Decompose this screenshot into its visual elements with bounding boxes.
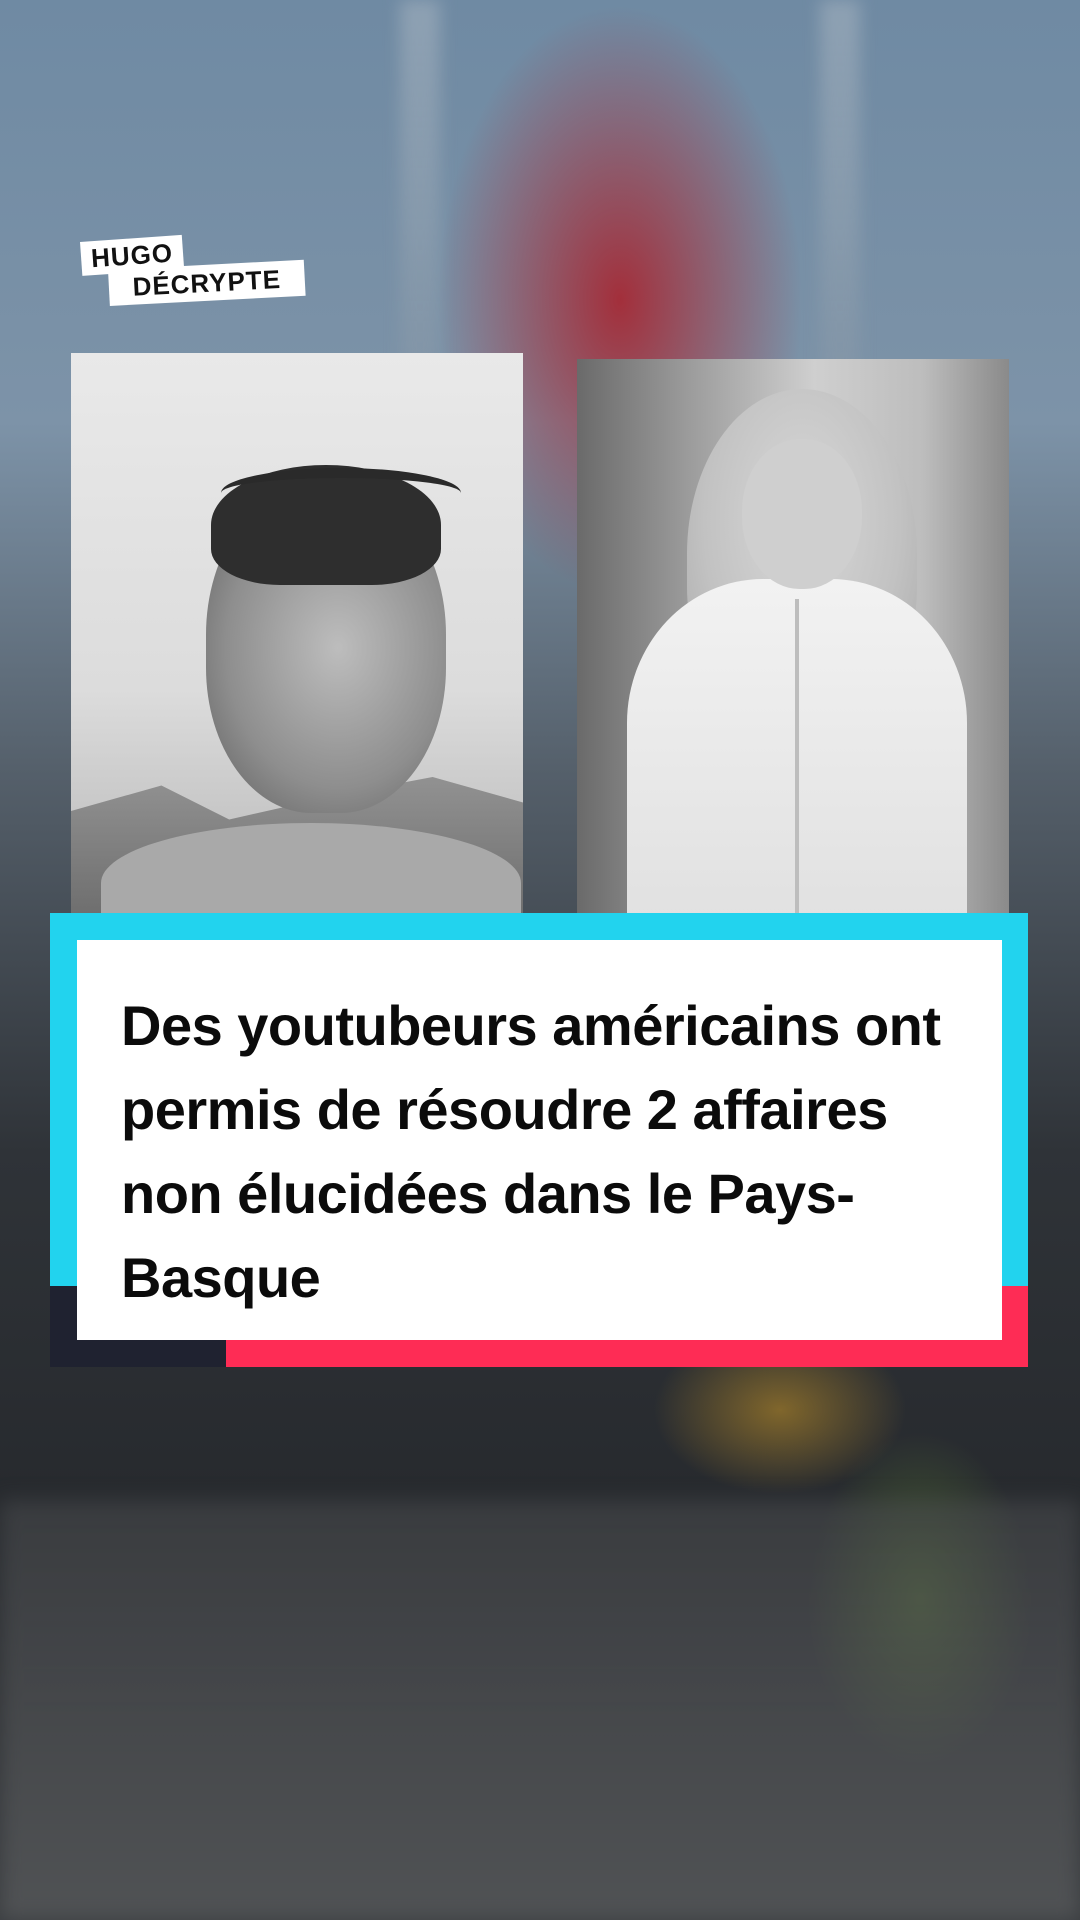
background-road (0, 1500, 1080, 1920)
caption-text: Des youtubeurs américains ont permis de … (121, 994, 941, 1309)
brand-logo: HUGO DÉCRYPTE (80, 234, 306, 312)
face (742, 439, 862, 589)
caption-card: Des youtubeurs américains ont permis de … (77, 940, 1002, 1340)
jacket-zipper (795, 599, 799, 913)
sunglasses-icon (221, 468, 461, 518)
portrait-man-photo (71, 353, 523, 913)
portrait-woman-photo (577, 359, 1009, 913)
